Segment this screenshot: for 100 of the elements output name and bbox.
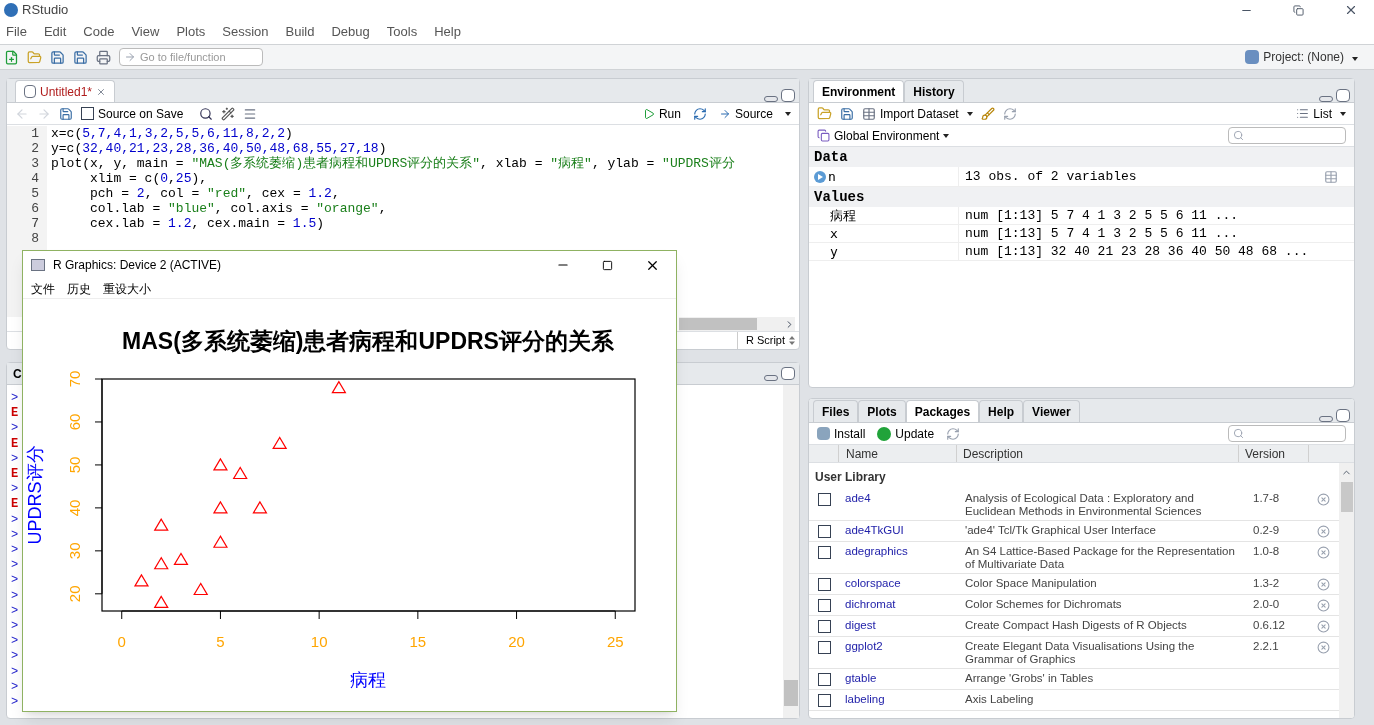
expand-icon[interactable]: [814, 170, 826, 183]
view-mode-dropdown[interactable]: List: [1296, 104, 1332, 123]
open-folder-icon[interactable]: [27, 49, 42, 65]
source-on-save-label[interactable]: Source on Save: [98, 104, 184, 123]
menu-item[interactable]: 文件: [31, 279, 55, 298]
table-view-icon[interactable]: [1324, 169, 1338, 184]
variable-name: x: [830, 224, 838, 243]
menu-item[interactable]: Plots: [176, 22, 206, 42]
menu-item[interactable]: View: [131, 22, 160, 42]
pane-tab[interactable]: History: [904, 80, 964, 102]
menu-item[interactable]: Code: [83, 22, 115, 42]
run-button[interactable]: Run: [638, 104, 685, 123]
project-menu[interactable]: Project: (None): [1245, 48, 1344, 66]
maximize-icon[interactable]: [602, 259, 613, 271]
save-all-icon[interactable]: [73, 49, 88, 65]
install-button[interactable]: Install: [817, 424, 866, 443]
source-button[interactable]: Source: [714, 104, 777, 123]
remove-icon[interactable]: [1317, 545, 1330, 559]
refresh-icon[interactable]: [946, 426, 961, 441]
checkbox[interactable]: [818, 693, 831, 707]
checkbox[interactable]: [81, 107, 94, 120]
minimize-icon[interactable]: [1319, 416, 1333, 422]
close-icon[interactable]: [1344, 3, 1358, 17]
print-icon[interactable]: [96, 49, 111, 65]
file-type-selector[interactable]: R Script: [736, 332, 795, 349]
remove-icon[interactable]: [1317, 577, 1330, 591]
package-link[interactable]: dichromat: [845, 597, 965, 611]
save-icon[interactable]: [840, 106, 854, 121]
package-link[interactable]: ggplot2: [845, 639, 965, 653]
scrollbar-thumb[interactable]: [1340, 482, 1353, 512]
go-to-file-field[interactable]: Go to file/function: [119, 48, 263, 66]
new-file-icon[interactable]: [4, 49, 19, 65]
package-link[interactable]: ade4: [845, 491, 965, 505]
save-icon[interactable]: [59, 106, 73, 121]
menu-item[interactable]: Session: [222, 22, 269, 42]
package-link[interactable]: digest: [845, 618, 965, 632]
menu-item[interactable]: Debug: [331, 22, 370, 42]
pane-tab[interactable]: Viewer: [1023, 400, 1080, 422]
checkbox[interactable]: [818, 577, 831, 591]
search-field[interactable]: [1228, 425, 1346, 442]
search-icon[interactable]: [199, 106, 214, 121]
update-button[interactable]: Update: [877, 424, 935, 443]
minimize-icon[interactable]: [764, 374, 778, 381]
pane-tab[interactable]: Environment: [813, 80, 905, 102]
search-field[interactable]: [1228, 127, 1346, 144]
console-tab[interactable]: C: [13, 364, 22, 383]
menu-item[interactable]: File: [6, 22, 27, 42]
scrollbar-thumb[interactable]: [679, 318, 757, 330]
remove-icon[interactable]: [1317, 524, 1330, 538]
column-header[interactable]: Name: [839, 445, 957, 462]
minimize-icon[interactable]: [1319, 96, 1333, 102]
menu-item[interactable]: Edit: [43, 22, 67, 42]
caret-icon[interactable]: [785, 111, 791, 116]
rerun-icon[interactable]: [692, 106, 707, 121]
checkbox[interactable]: [818, 598, 831, 612]
caret-icon[interactable]: [966, 111, 973, 116]
pane-tab[interactable]: Packages: [905, 400, 980, 422]
remove-icon[interactable]: [1317, 619, 1330, 633]
notebook-icon[interactable]: [243, 106, 258, 121]
caret-icon[interactable]: [943, 133, 950, 138]
save-icon[interactable]: [50, 49, 65, 65]
vertical-scrollbar[interactable]: [783, 385, 799, 718]
environment-scope-dropdown[interactable]: Global Environment: [817, 126, 940, 145]
menu-item[interactable]: 历史: [67, 279, 91, 298]
menu-item[interactable]: Help: [434, 22, 461, 42]
wand-icon[interactable]: [221, 106, 236, 121]
refresh-icon[interactable]: [1002, 106, 1017, 121]
caret-icon[interactable]: [1352, 57, 1358, 61]
broom-icon[interactable]: [980, 106, 995, 121]
vertical-scrollbar[interactable]: [1339, 463, 1354, 718]
pane-tab[interactable]: Files: [813, 400, 859, 422]
import-dataset-button[interactable]: Import Dataset: [862, 104, 959, 123]
pane-tab[interactable]: Help: [979, 400, 1024, 422]
caret-icon[interactable]: [1340, 111, 1346, 116]
package-link[interactable]: adegraphics: [845, 544, 965, 558]
checkbox[interactable]: [818, 545, 831, 559]
horizontal-scrollbar[interactable]: [679, 317, 795, 331]
package-link[interactable]: gtable: [845, 671, 965, 685]
menu-item[interactable]: 重设大小: [103, 279, 151, 298]
column-header[interactable]: Version: [1239, 445, 1309, 462]
menu-item[interactable]: Build: [285, 22, 315, 42]
column-header[interactable]: Description: [957, 445, 1239, 462]
menu-item[interactable]: Tools: [386, 22, 418, 42]
checkbox[interactable]: [818, 640, 831, 654]
remove-icon[interactable]: [1317, 598, 1330, 612]
checkbox[interactable]: [818, 672, 831, 686]
pane-tab[interactable]: Plots: [858, 400, 906, 422]
open-folder-icon[interactable]: [817, 106, 832, 121]
remove-icon[interactable]: [1317, 640, 1330, 654]
package-link[interactable]: ade4TkGUI: [845, 523, 965, 537]
checkbox[interactable]: [818, 492, 831, 506]
scrollbar-thumb[interactable]: [784, 680, 798, 706]
file-tab[interactable]: Untitled1*: [15, 80, 116, 102]
checkbox[interactable]: [818, 524, 831, 538]
package-link[interactable]: labeling: [845, 692, 965, 706]
restore-icon[interactable]: [1293, 4, 1304, 16]
package-link[interactable]: colorspace: [845, 576, 965, 590]
minimize-icon[interactable]: [764, 96, 778, 102]
remove-icon[interactable]: [1317, 492, 1330, 506]
checkbox[interactable]: [818, 619, 831, 633]
